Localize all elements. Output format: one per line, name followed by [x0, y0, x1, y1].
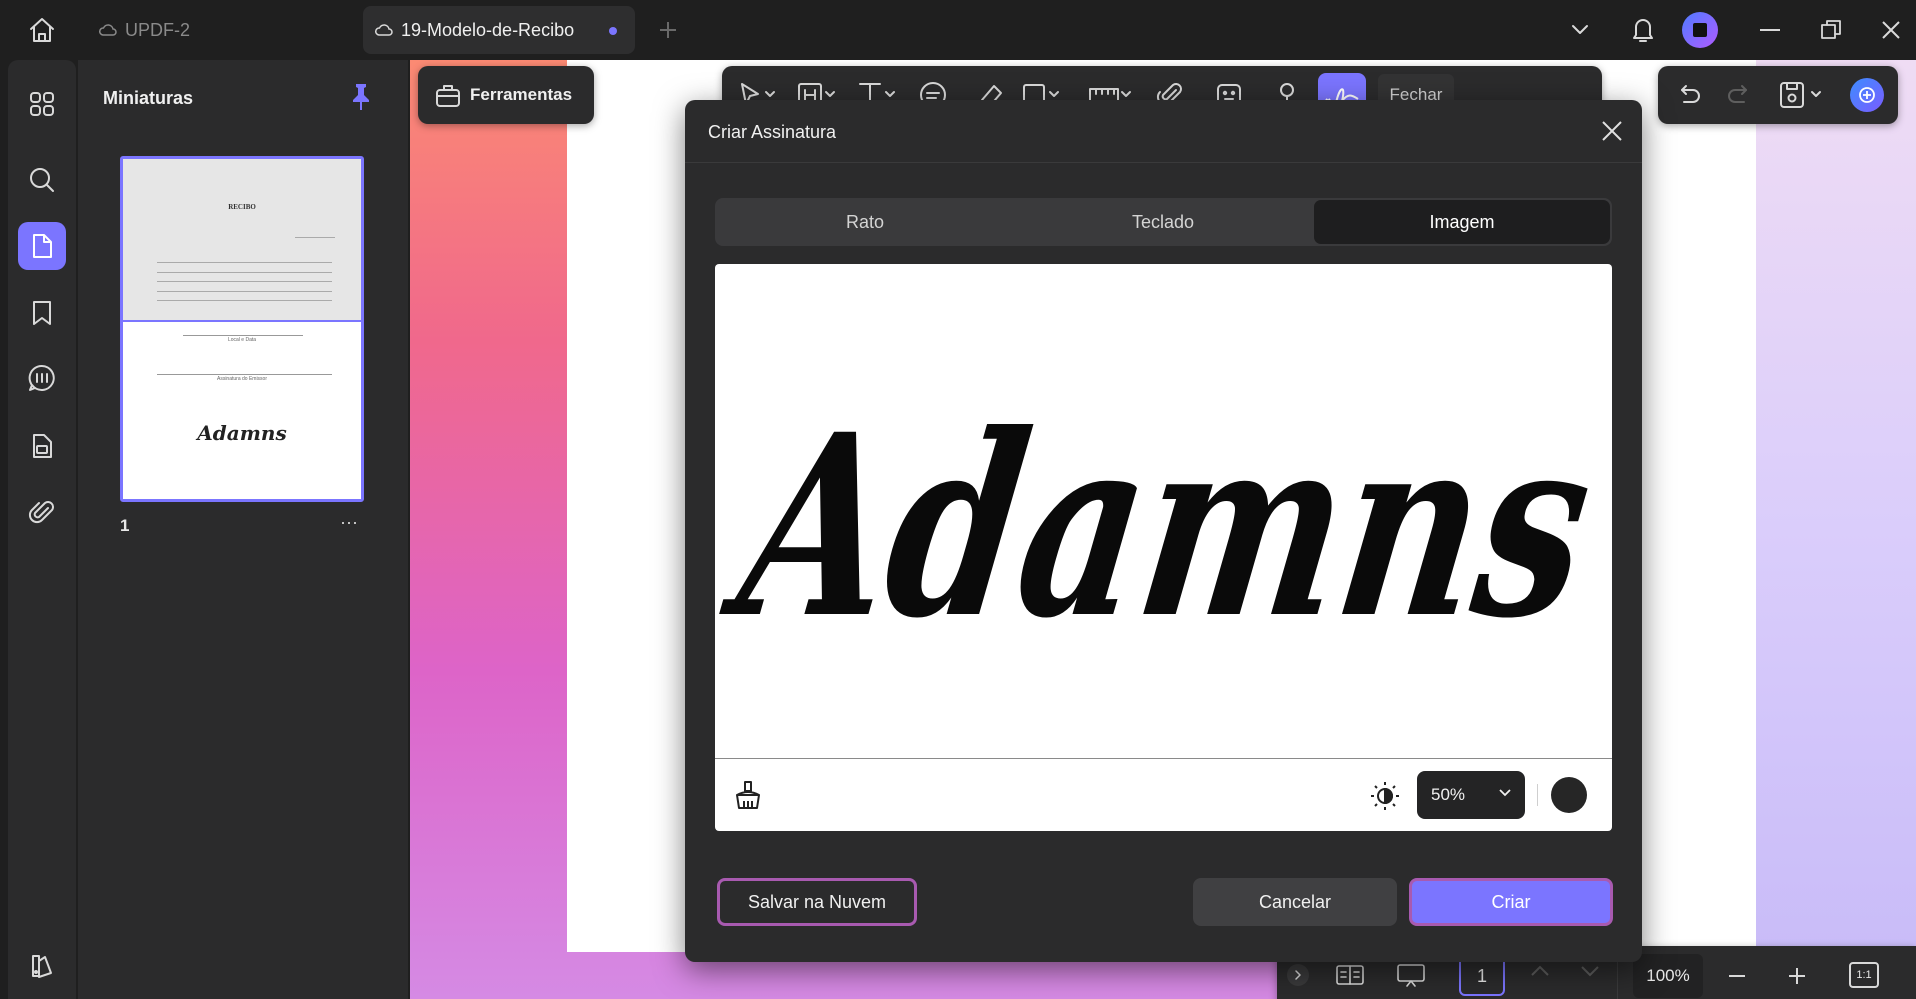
tab-label: UPDF-2: [125, 19, 191, 40]
minimize-icon[interactable]: [1756, 16, 1784, 44]
tab-19-modelo-de-recibo[interactable]: 19-Modelo-de-Recibo: [363, 6, 635, 54]
next-page-icon[interactable]: [1579, 964, 1601, 978]
chevron-down-icon: [1499, 789, 1511, 797]
tab-mouse[interactable]: Rato: [717, 200, 1013, 244]
create-button[interactable]: Criar: [1409, 878, 1613, 926]
create-signature-dialog: Criar Assinatura Rato Teclado Imagem Ada…: [685, 100, 1642, 962]
save-icon[interactable]: [1778, 80, 1826, 110]
brightness-icon[interactable]: [1369, 780, 1401, 812]
app-logo[interactable]: [1682, 12, 1718, 48]
close-icon[interactable]: [1877, 16, 1905, 44]
more-options-icon[interactable]: ···: [340, 512, 358, 533]
bell-icon[interactable]: [1628, 12, 1658, 46]
cloud-icon: [375, 23, 393, 37]
canvas-right-gradient: [1751, 60, 1916, 999]
prev-page-icon[interactable]: [1529, 964, 1551, 978]
cloud-icon: [99, 23, 117, 37]
clear-brush-icon[interactable]: [733, 779, 763, 811]
panel-title: Miniaturas: [103, 88, 194, 108]
zoom-level[interactable]: 100%: [1633, 954, 1703, 998]
tab-image[interactable]: Imagem: [1314, 200, 1610, 244]
restore-icon[interactable]: [1817, 16, 1845, 44]
page-icon[interactable]: [18, 222, 66, 270]
thumb-place-date: Local e Data: [227, 337, 257, 343]
tools-label: Ferramentas: [470, 85, 573, 104]
toolbox-icon: [434, 81, 462, 109]
tab-label: 19-Modelo-de-Recibo: [401, 19, 575, 40]
dialog-divider: [685, 162, 1642, 163]
page-number: 1: [120, 516, 130, 535]
left-rail: [8, 60, 76, 999]
signature-mode-tabs: Rato Teclado Imagem: [715, 198, 1612, 246]
cancel-button[interactable]: Cancelar: [1193, 878, 1397, 926]
comment-icon[interactable]: [18, 354, 66, 402]
tools-button[interactable]: Ferramentas: [418, 66, 594, 124]
actual-size-button[interactable]: 1:1: [1849, 962, 1879, 988]
thumb-doc-heading: RECIBO: [228, 203, 256, 211]
title-bar: UPDF-2 19-Modelo-de-Recibo: [0, 0, 1916, 66]
form-icon[interactable]: [18, 422, 66, 470]
page-thumbnail[interactable]: RECIBO Local e Data Assinatura do Emisso…: [120, 156, 364, 502]
plus-icon[interactable]: [654, 16, 682, 44]
thumbnails-grid-icon[interactable]: [18, 80, 66, 128]
tab-keyboard[interactable]: Teclado: [1015, 200, 1311, 244]
unsaved-dot: [609, 27, 617, 35]
thumb-top-section: RECIBO: [123, 159, 361, 322]
attachment-icon[interactable]: [18, 488, 66, 536]
expand-icon[interactable]: [1287, 964, 1309, 986]
signature-preview[interactable]: Adamns: [715, 264, 1612, 759]
bookmark-icon[interactable]: [18, 289, 66, 337]
pin-icon[interactable]: [348, 82, 374, 112]
zoom-out-icon[interactable]: [1727, 966, 1747, 986]
thumb-signature: Adamns: [197, 421, 287, 445]
ai-assistant-icon[interactable]: [1850, 78, 1884, 112]
presentation-icon[interactable]: [1395, 962, 1427, 988]
chevron-down-icon[interactable]: [1566, 16, 1594, 44]
page-layout-icon[interactable]: [1335, 962, 1365, 988]
opacity-select[interactable]: 50%: [1417, 771, 1525, 819]
tab-updf-2[interactable]: UPDF-2: [85, 6, 355, 54]
thumbnail-panel: Miniaturas RECIBO Local e Data Assinatur…: [78, 60, 408, 999]
color-swatch[interactable]: [1551, 777, 1587, 813]
dialog-title: Criar Assinatura: [708, 122, 837, 142]
zoom-in-icon[interactable]: [1787, 966, 1807, 986]
theme-icon[interactable]: [18, 942, 66, 990]
redo-icon[interactable]: [1724, 80, 1754, 110]
save-to-cloud-button[interactable]: Salvar na Nuvem: [717, 878, 917, 926]
search-icon[interactable]: [18, 156, 66, 204]
thumb-signer: Assinatura do Emissor: [216, 376, 268, 382]
undo-icon[interactable]: [1674, 80, 1704, 110]
history-toolbar: [1658, 66, 1898, 124]
signature-text: Adamns: [715, 380, 1607, 674]
page-number-input[interactable]: 1: [1459, 956, 1505, 996]
tool-divider: [1537, 784, 1538, 806]
home-icon[interactable]: [24, 14, 60, 46]
signature-tools: 50%: [715, 759, 1612, 831]
close-icon[interactable]: [1601, 120, 1623, 142]
opacity-value: 50%: [1431, 785, 1466, 804]
